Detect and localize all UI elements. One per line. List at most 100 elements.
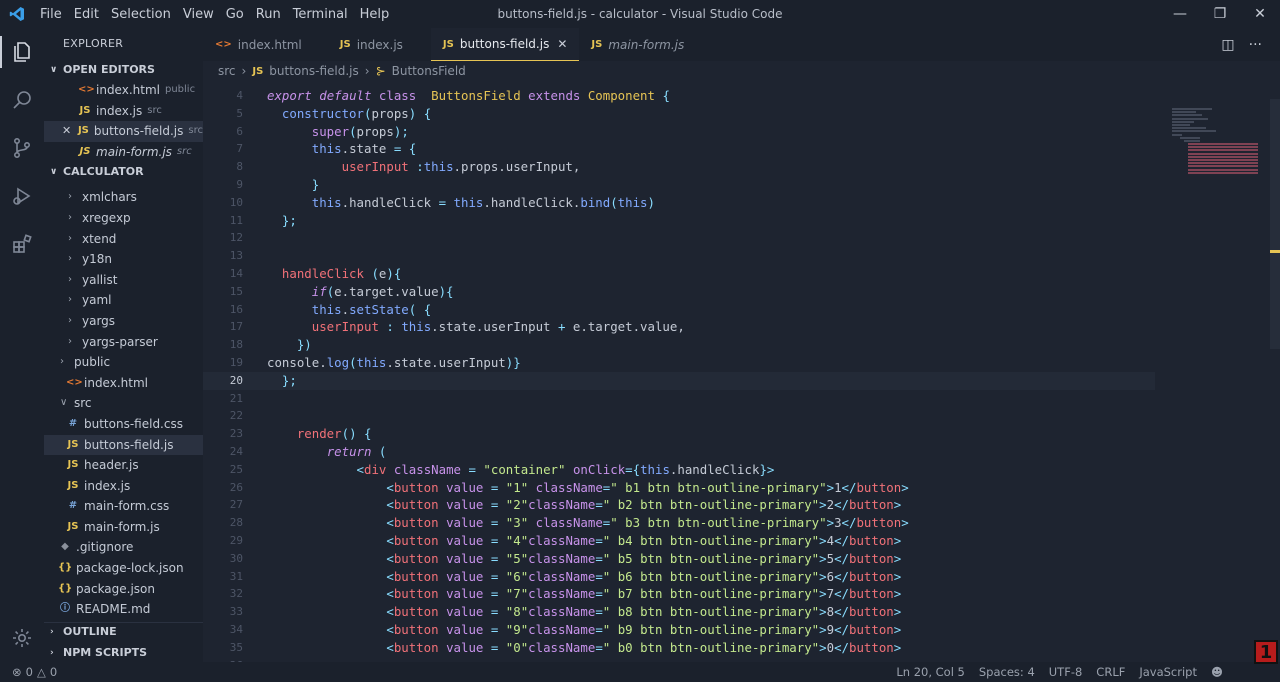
close-tab-icon[interactable]: ✕ bbox=[557, 37, 567, 51]
folder-name: public bbox=[74, 355, 111, 370]
maximize-icon[interactable]: ❐ bbox=[1200, 0, 1240, 28]
file-item[interactable]: # main-form.css bbox=[44, 496, 203, 517]
open-editor-item[interactable]: JS main-form.js src bbox=[44, 142, 203, 163]
editor-tabs: <> index.html JS index.js JS buttons-field.… bbox=[203, 28, 1280, 61]
line-ending[interactable]: CRLF bbox=[1089, 665, 1132, 679]
file-item[interactable]: {} package-lock.json bbox=[44, 558, 203, 579]
outline-section[interactable]: › OUTLINE bbox=[44, 622, 203, 642]
feedback-icon[interactable]: ☻ bbox=[1204, 665, 1230, 679]
close-icon[interactable]: ✕ bbox=[1240, 0, 1280, 28]
folder-item[interactable]: › yallist bbox=[44, 270, 203, 291]
line-number: 4 bbox=[236, 89, 243, 102]
code-line: this.handleClick = this.handleClick.bind… bbox=[311, 194, 655, 210]
file-item-active[interactable]: JS buttons-field.js bbox=[44, 434, 203, 456]
code-line: <button value = "5"className=" b5 btn bt… bbox=[386, 550, 902, 566]
split-editor-icon[interactable]: ◫ bbox=[1221, 37, 1234, 53]
open-editor-item-active[interactable]: ✕ JS buttons-field.js src bbox=[44, 121, 203, 142]
vertical-scrollbar[interactable] bbox=[1270, 99, 1280, 349]
menu-file[interactable]: File bbox=[34, 7, 68, 22]
indentation[interactable]: Spaces: 4 bbox=[972, 665, 1042, 679]
line-number: 24 bbox=[229, 444, 243, 458]
file-name: main-form.js bbox=[84, 519, 160, 534]
file-item[interactable]: # buttons-field.css bbox=[44, 414, 203, 435]
file-item[interactable]: JS main-form.js bbox=[44, 517, 203, 538]
calculator-section[interactable]: ∨ CALCULATOR bbox=[44, 162, 203, 182]
settings-gear-icon[interactable] bbox=[0, 614, 44, 662]
open-editor-item[interactable]: <> index.html public bbox=[44, 80, 203, 101]
line-number: 16 bbox=[229, 302, 243, 316]
file-item[interactable]: ⓘ README.md bbox=[44, 599, 203, 620]
file-name: index.html bbox=[84, 375, 148, 390]
code-line: handleClick (e){ bbox=[281, 265, 402, 281]
line-number: 35 bbox=[229, 640, 243, 654]
close-editor-icon[interactable]: ✕ bbox=[62, 121, 77, 142]
menu-selection[interactable]: Selection bbox=[105, 7, 177, 22]
js-file-icon: JS bbox=[339, 39, 351, 50]
file-name: main-form.css bbox=[84, 499, 170, 514]
file-item[interactable]: {} package.json bbox=[44, 579, 203, 600]
tab-main-form-js[interactable]: JS main-form.js bbox=[579, 28, 696, 61]
folder-item-open[interactable]: ∨ src bbox=[44, 393, 203, 414]
line-number: 20 bbox=[229, 373, 243, 387]
folder-item[interactable]: › yargs-parser bbox=[44, 332, 203, 353]
file-item[interactable]: <> index.html bbox=[44, 373, 203, 394]
folder-item[interactable]: › xregexp bbox=[44, 208, 203, 229]
encoding[interactable]: UTF-8 bbox=[1042, 665, 1090, 679]
folder-item[interactable]: › yaml bbox=[44, 290, 203, 311]
cursor-position[interactable]: Ln 20, Col 5 bbox=[889, 665, 972, 679]
more-actions-icon[interactable]: ··· bbox=[1249, 37, 1262, 53]
breadcrumb-symbol[interactable]: ButtonsField bbox=[392, 64, 466, 78]
section-label: OUTLINE bbox=[63, 625, 117, 638]
folder-item[interactable]: › public bbox=[44, 352, 203, 373]
folder-item[interactable]: › xmlchars bbox=[44, 187, 203, 208]
tab-label: main-form.js bbox=[608, 37, 685, 52]
explorer-icon[interactable] bbox=[0, 28, 44, 76]
line-number: 26 bbox=[229, 480, 243, 494]
minimize-icon[interactable]: — bbox=[1160, 0, 1200, 28]
source-control-icon[interactable] bbox=[0, 124, 44, 172]
file-item[interactable]: JS index.js bbox=[44, 476, 203, 497]
menu-go[interactable]: Go bbox=[220, 7, 250, 22]
menu-help[interactable]: Help bbox=[354, 7, 396, 22]
title-bar: File Edit Selection View Go Run Terminal… bbox=[0, 0, 1280, 28]
run-debug-icon[interactable] bbox=[0, 172, 44, 220]
menu-run[interactable]: Run bbox=[250, 7, 287, 22]
folder-item[interactable]: › yargs bbox=[44, 311, 203, 332]
code-line: render() { bbox=[296, 426, 372, 442]
chevron-right-icon: › bbox=[68, 253, 72, 265]
menu-terminal[interactable]: Terminal bbox=[287, 7, 354, 22]
menu-view[interactable]: View bbox=[177, 7, 220, 22]
tab-index-js[interactable]: JS index.js bbox=[314, 28, 431, 61]
code-editor[interactable]: 4 export default class ButtonsField exten… bbox=[203, 87, 1163, 674]
file-item[interactable]: ◆ .gitignore bbox=[44, 537, 203, 558]
tab-index-html[interactable]: <> index.html bbox=[203, 28, 314, 61]
code-line: this.state = { bbox=[311, 141, 417, 157]
search-icon[interactable] bbox=[0, 76, 44, 124]
folder-item[interactable]: › y18n bbox=[44, 249, 203, 270]
breadcrumb-folder[interactable]: src bbox=[218, 64, 236, 78]
chevron-right-icon: › bbox=[50, 627, 54, 637]
extensions-icon[interactable] bbox=[0, 220, 44, 268]
folder-item[interactable]: › xtend bbox=[44, 229, 203, 250]
folder-name: yargs bbox=[82, 313, 116, 328]
breadcrumb-file[interactable]: buttons-field.js bbox=[269, 64, 358, 78]
language-mode[interactable]: JavaScript bbox=[1132, 665, 1204, 679]
open-editor-item[interactable]: JS index.js src bbox=[44, 101, 203, 122]
section-label: NPM SCRIPTS bbox=[63, 646, 148, 659]
tab-buttons-field-js[interactable]: JS buttons-field.js ✕ bbox=[430, 28, 580, 61]
line-number: 34 bbox=[229, 622, 243, 636]
menu-edit[interactable]: Edit bbox=[68, 7, 105, 22]
js-file-icon: JS bbox=[591, 39, 603, 50]
minimap[interactable] bbox=[1172, 108, 1268, 198]
line-number: 22 bbox=[229, 409, 243, 423]
open-editors-section[interactable]: ∨ OPEN EDITORS bbox=[44, 60, 203, 80]
npm-scripts-section[interactable]: › NPM SCRIPTS bbox=[44, 643, 203, 662]
problems-indicator[interactable]: ⊗ 0 △ 0 bbox=[0, 665, 57, 679]
file-item[interactable]: JS header.js bbox=[44, 455, 203, 476]
chevron-right-icon: › bbox=[241, 64, 247, 78]
line-number: 33 bbox=[229, 605, 243, 619]
code-line: console.log(this.state.userInput)} bbox=[267, 354, 521, 370]
folder-hint: src bbox=[188, 125, 203, 137]
js-file-icon: JS bbox=[442, 38, 454, 50]
